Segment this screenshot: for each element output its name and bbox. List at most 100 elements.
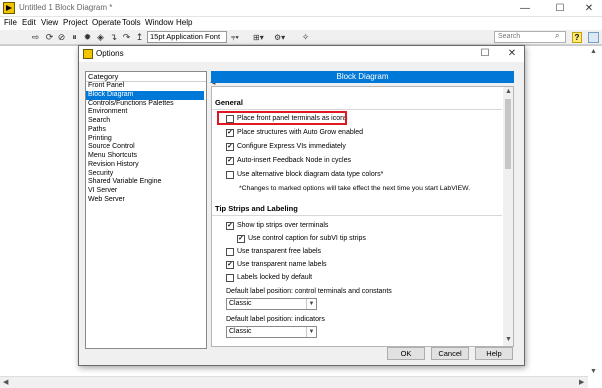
- select-value: Classic: [229, 300, 252, 307]
- annotation-highlight-box: [217, 111, 347, 125]
- ok-button[interactable]: OK: [387, 347, 425, 360]
- select-value: Classic: [229, 328, 252, 335]
- scroll-up-icon[interactable]: ▲: [505, 88, 512, 95]
- category-item[interactable]: Shared Variable Engine: [86, 178, 206, 187]
- category-item[interactable]: VI Server: [86, 187, 206, 196]
- option-label: Place structures with Auto Grow enabled: [237, 129, 364, 136]
- section-title-tip-strips: Tip Strips and Labeling: [215, 204, 298, 213]
- clean-up-diagram-icon[interactable]: ✧: [300, 32, 311, 43]
- reorder-icon[interactable]: ⚙▾: [274, 32, 294, 43]
- option-label: Auto-insert Feedback Node in cycles: [237, 157, 351, 164]
- window-title: Untitled 1 Block Diagram *: [19, 3, 113, 12]
- checkbox[interactable]: ✓: [226, 129, 234, 137]
- settings-panel: General Place front panel terminals as i…: [211, 86, 514, 347]
- dialog-maximize-button[interactable]: ☐: [473, 46, 497, 62]
- search-icon[interactable]: ⌕: [555, 31, 559, 41]
- scroll-down-icon[interactable]: ▼: [505, 336, 512, 343]
- category-item[interactable]: Web Server: [86, 196, 206, 205]
- options-dialog: Options ☐ ✕ Category Front Panel Block Di…: [78, 45, 525, 366]
- option-label: Use transparent name labels: [237, 261, 327, 268]
- category-item[interactable]: Security: [86, 170, 206, 179]
- restart-note: *Changes to marked options will take eff…: [239, 185, 471, 192]
- menu-window[interactable]: Window: [145, 18, 173, 27]
- menu-file[interactable]: File: [4, 18, 17, 27]
- menu-project[interactable]: Project: [63, 18, 88, 27]
- abort-icon[interactable]: ⊘: [56, 32, 67, 43]
- horizontal-scrollbar[interactable]: ◀ ▶: [0, 376, 588, 388]
- run-arrow-icon[interactable]: ⇨: [30, 32, 41, 43]
- chevron-down-icon: ▼: [306, 327, 316, 337]
- scroll-down-icon[interactable]: ▼: [590, 368, 597, 375]
- menu-help[interactable]: Help: [176, 18, 192, 27]
- option-label: Use alternative block diagram data type …: [237, 171, 384, 178]
- help-button[interactable]: Help: [475, 347, 513, 360]
- checkbox[interactable]: ✓: [226, 222, 234, 230]
- category-item[interactable]: Search: [86, 117, 206, 126]
- checkbox[interactable]: ✓: [226, 143, 234, 151]
- category-item[interactable]: Printing: [86, 135, 206, 144]
- category-item[interactable]: Menu Shortcuts: [86, 152, 206, 161]
- label-position-controls-label: Default label position: control terminal…: [226, 288, 392, 295]
- dialog-titlebar: Options ☐ ✕: [79, 46, 524, 62]
- option-label: Configure Express VIs immediately: [237, 143, 346, 150]
- menu-operate[interactable]: Operate: [92, 18, 121, 27]
- section-title-general: General: [215, 98, 243, 107]
- category-item[interactable]: Front Panel: [86, 82, 206, 91]
- scrollbar-thumb[interactable]: [505, 99, 511, 169]
- label-position-indicators-select[interactable]: Classic ▼: [226, 326, 317, 338]
- section-divider: [212, 109, 502, 110]
- menu-view[interactable]: View: [41, 18, 58, 27]
- close-button[interactable]: ✕: [574, 0, 602, 17]
- maximize-button[interactable]: ☐: [545, 0, 575, 17]
- category-header: Category: [86, 72, 206, 82]
- checkbox[interactable]: ✓: [237, 235, 245, 243]
- checkbox[interactable]: ✓: [226, 261, 234, 269]
- menubar: File Edit View Project Operate Tools Win…: [0, 17, 602, 30]
- scroll-left-icon[interactable]: ◀: [3, 378, 8, 386]
- font-dropdown[interactable]: 15pt Application Font: [147, 31, 227, 43]
- retain-wire-values-icon[interactable]: ◈: [95, 32, 106, 43]
- distribute-objects-icon[interactable]: ⊞▾: [253, 32, 273, 43]
- minimize-button[interactable]: —: [510, 0, 540, 17]
- checkbox[interactable]: ✓: [226, 157, 234, 165]
- dialog-close-button[interactable]: ✕: [500, 46, 524, 62]
- option-label: Labels locked by default: [237, 274, 313, 281]
- section-divider: [212, 215, 502, 216]
- cancel-button[interactable]: Cancel: [431, 347, 469, 360]
- run-continuously-icon[interactable]: ⟳: [44, 32, 55, 43]
- category-item[interactable]: Revision History: [86, 161, 206, 170]
- scroll-up-icon[interactable]: ▲: [590, 48, 597, 55]
- checkbox[interactable]: [226, 248, 234, 256]
- label-position-controls-select[interactable]: Classic ▼: [226, 298, 317, 310]
- highlight-execution-icon[interactable]: ✹: [82, 32, 93, 43]
- labview-dialog-icon: [83, 49, 93, 59]
- category-list[interactable]: Category Front Panel Block Diagram Control…: [85, 71, 207, 349]
- context-help-icon[interactable]: ?: [572, 32, 582, 43]
- category-item[interactable]: Environment: [86, 108, 206, 117]
- category-item[interactable]: Block Diagram: [86, 90, 204, 100]
- align-objects-icon[interactable]: ⫧▾: [231, 32, 251, 43]
- option-label: Show tip strips over terminals: [237, 222, 329, 229]
- option-label: Use control caption for subVI tip strips: [248, 235, 366, 242]
- checkbox[interactable]: [226, 274, 234, 282]
- settings-scrollbar[interactable]: ▲ ▼: [503, 87, 513, 346]
- category-item[interactable]: Source Control: [86, 143, 206, 152]
- label-position-indicators-label: Default label position: indicators: [226, 316, 325, 323]
- option-label: Use transparent free labels: [237, 248, 322, 255]
- category-item[interactable]: Paths: [86, 126, 206, 135]
- chevron-down-icon: ▼: [306, 299, 316, 309]
- menu-edit[interactable]: Edit: [22, 18, 36, 27]
- labview-app-icon: [3, 2, 15, 14]
- step-over-icon[interactable]: ↷: [121, 32, 132, 43]
- vi-icon: [588, 32, 599, 43]
- pause-icon[interactable]: ⏸: [69, 32, 80, 43]
- scroll-right-icon[interactable]: ▶: [579, 378, 584, 386]
- step-into-icon[interactable]: ↴: [108, 32, 119, 43]
- toolbar: ⇨ ⟳ ⊘ ⏸ ✹ ◈ ↴ ↷ ↥ 15pt Application Font …: [0, 30, 602, 45]
- step-out-icon[interactable]: ↥: [134, 32, 145, 43]
- main-titlebar: Untitled 1 Block Diagram * — ☐ ✕: [0, 0, 602, 17]
- category-item[interactable]: Controls/Functions Palettes: [86, 100, 206, 109]
- menu-tools[interactable]: Tools: [122, 18, 141, 27]
- panel-header: Block Diagram: [211, 71, 514, 83]
- checkbox[interactable]: [226, 171, 234, 179]
